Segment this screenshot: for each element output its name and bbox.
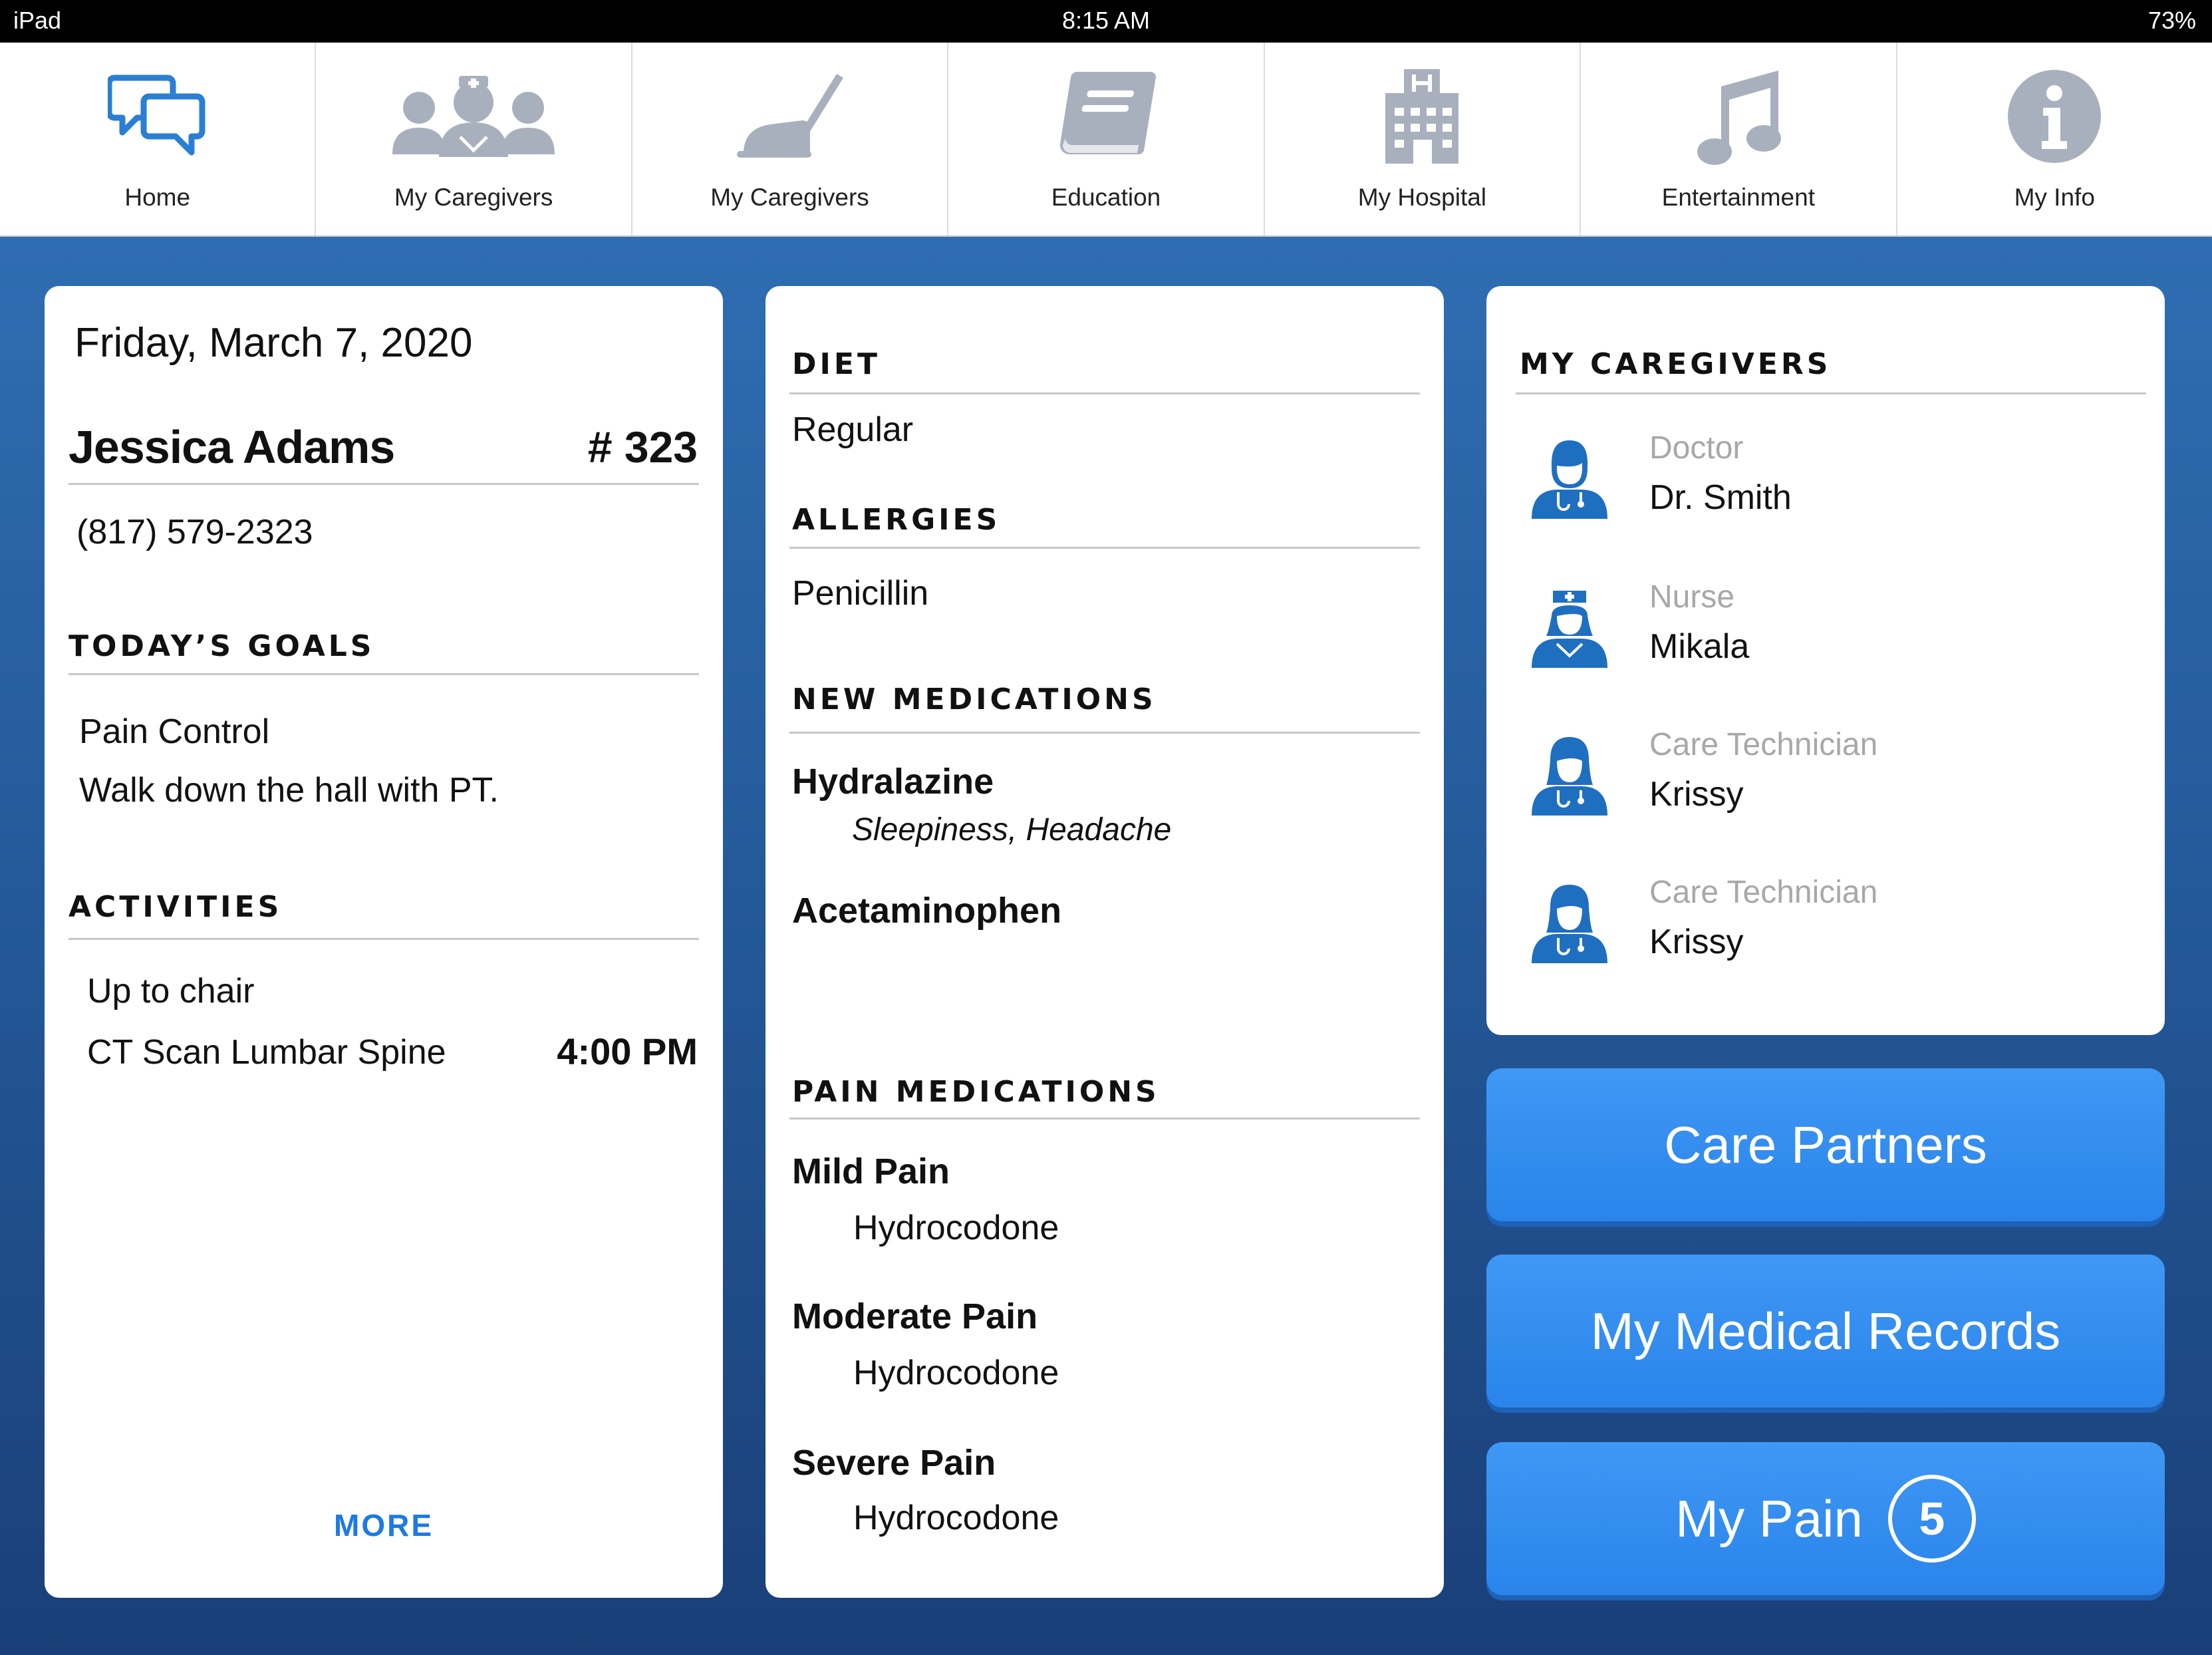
doctor-icon — [1526, 435, 1613, 525]
patient-phone: (817) 579-2323 — [76, 513, 313, 551]
diet-title: DIET — [792, 347, 881, 381]
divider — [789, 392, 1420, 394]
caregivers-card: MY CAREGIVERS Doctor Dr. Smith Nurse Mik… — [1486, 286, 2165, 1035]
activity-name: CT Scan Lumbar Spine — [87, 1033, 446, 1072]
caregiver-name: Krissy — [1649, 775, 1744, 814]
nav-entertainment-label: Entertainment — [1661, 184, 1815, 211]
nav-housekeeping[interactable]: My Caregivers — [632, 43, 949, 235]
medication-name: Acetaminophen — [792, 891, 1062, 931]
medication-name: Hydralazine — [792, 762, 994, 802]
goals-title: TODAY’S GOALS — [69, 629, 375, 663]
nav-my-caregivers[interactable]: My Caregivers — [316, 43, 632, 235]
nav-my-hospital[interactable]: My Hospital — [1265, 43, 1582, 235]
medication-side-effects: Sleepiness, Headache — [852, 812, 1172, 847]
my-pain-label: My Pain — [1675, 1489, 1863, 1548]
divider — [789, 1118, 1420, 1120]
nav-education-label: Education — [1051, 184, 1161, 211]
more-link[interactable]: MORE — [45, 1507, 723, 1543]
main-content: Friday, March 7, 2020 Jessica Adams # 32… — [0, 237, 2212, 1655]
hospital-icon — [1379, 67, 1465, 166]
caregivers-title: MY CAREGIVERS — [1520, 347, 1832, 381]
caregiver-item[interactable]: Doctor Dr. Smith — [1486, 430, 2165, 556]
status-bar: iPad 8:15 AM 73% — [0, 0, 2212, 43]
divider — [1516, 392, 2146, 394]
care-team-icon — [387, 67, 560, 166]
diet-value: Regular — [792, 410, 914, 449]
allergy-value: Penicillin — [792, 574, 929, 613]
activity-time: 4:00 PM — [557, 1030, 698, 1072]
nav-home-label: Home — [124, 184, 191, 211]
nav-education[interactable]: Education — [948, 43, 1265, 235]
chat-bubbles-icon — [107, 67, 207, 166]
goal-item: Walk down the hall with PT. — [79, 771, 499, 810]
nav-housekeeping-label: My Caregivers — [710, 184, 869, 211]
divider — [69, 938, 699, 940]
care-partners-label: Care Partners — [1664, 1115, 1987, 1174]
nurse-icon — [1526, 584, 1613, 674]
pain-level: Severe Pain — [792, 1443, 996, 1483]
divider — [789, 732, 1420, 734]
caregiver-item[interactable]: Nurse Mikala — [1486, 579, 2165, 705]
book-icon — [1049, 67, 1163, 166]
caregiver-role: Care Technician — [1649, 875, 1878, 910]
medical-info-card: DIET Regular ALLERGIES Penicillin NEW ME… — [765, 286, 1444, 1598]
top-nav-bar: Home My Caregivers My Caregivers Educati… — [0, 43, 2212, 237]
music-note-icon — [1692, 67, 1785, 166]
divider — [69, 673, 699, 675]
pain-level: Mild Pain — [792, 1151, 950, 1191]
caregiver-role: Doctor — [1649, 430, 1744, 466]
battery-level: 73% — [2147, 7, 2196, 34]
pain-drug: Hydrocodone — [853, 1209, 1059, 1247]
new-meds-title: NEW MEDICATIONS — [792, 682, 1157, 716]
patient-name: Jessica Adams — [69, 421, 395, 473]
pain-meds-title: PAIN MEDICATIONS — [792, 1075, 1160, 1109]
nav-home[interactable]: Home — [0, 43, 317, 235]
medical-records-label: My Medical Records — [1590, 1301, 2061, 1360]
caregiver-item[interactable]: Care Technician Krissy — [1486, 726, 2165, 853]
caregiver-role: Care Technician — [1649, 727, 1878, 762]
pain-score-badge: 5 — [1887, 1475, 1976, 1563]
pain-drug: Hydrocodone — [853, 1499, 1059, 1537]
clock: 8:15 AM — [1061, 7, 1151, 34]
vacuum-icon — [730, 67, 850, 166]
nav-my-info[interactable]: My Info — [1897, 43, 2212, 235]
goal-item: Pain Control — [79, 712, 270, 751]
nav-entertainment[interactable]: Entertainment — [1581, 43, 1897, 235]
allergies-title: ALLERGIES — [792, 503, 1001, 537]
care-technician-icon — [1526, 732, 1613, 822]
patient-card: Friday, March 7, 2020 Jessica Adams # 32… — [45, 286, 723, 1598]
caregiver-role: Nurse — [1649, 579, 1735, 615]
current-date: Friday, March 7, 2020 — [74, 320, 473, 366]
medical-records-button[interactable]: My Medical Records — [1486, 1255, 2165, 1408]
nav-my-caregivers-label: My Caregivers — [394, 184, 553, 211]
info-icon — [2006, 67, 2103, 166]
divider — [69, 483, 699, 485]
room-number: # 323 — [587, 422, 698, 472]
care-partners-button[interactable]: Care Partners — [1486, 1068, 2165, 1221]
nav-my-hospital-label: My Hospital — [1357, 184, 1487, 211]
pain-drug: Hydrocodone — [853, 1354, 1059, 1392]
activities-title: ACTIVITIES — [69, 890, 283, 924]
caregiver-name: Mikala — [1649, 627, 1750, 666]
caregiver-item[interactable]: Care Technician Krissy — [1486, 874, 2165, 1000]
divider — [789, 547, 1420, 549]
caregiver-name: Krissy — [1649, 923, 1744, 961]
caregiver-name: Dr. Smith — [1649, 478, 1792, 517]
my-pain-button[interactable]: My Pain 5 — [1486, 1442, 2165, 1595]
nav-my-info-label: My Info — [2014, 184, 2095, 211]
activity-name: Up to chair — [87, 972, 255, 1010]
care-technician-icon — [1526, 879, 1613, 969]
pain-level: Moderate Pain — [792, 1296, 1038, 1336]
